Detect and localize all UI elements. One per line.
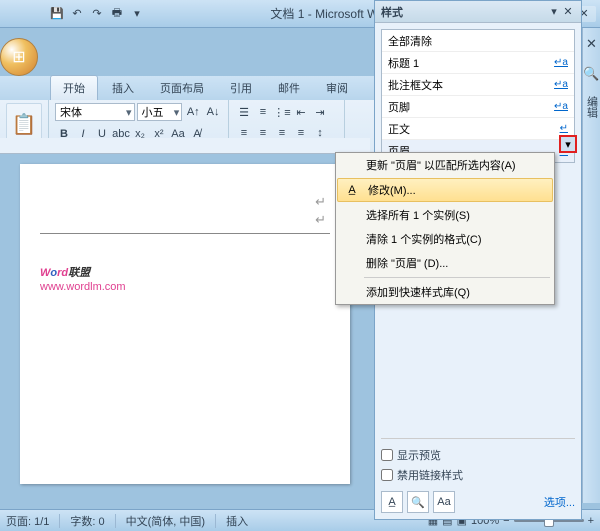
style-name: 批注框文本 (388, 77, 443, 93)
checkbox-label: 显示预览 (397, 447, 441, 463)
undo-icon[interactable]: ↶ (68, 5, 86, 23)
style-name: 页脚 (388, 99, 410, 115)
style-badge: ↵a (554, 79, 568, 90)
menu-add-quick[interactable]: 添加到快速样式库(Q) (336, 280, 554, 304)
new-style-button[interactable]: A̲ (381, 491, 403, 513)
right-rail: ✕ 🔍 编辑 (582, 28, 600, 503)
style-context-menu: 更新 "页眉" 以匹配所选内容(A) A̲ 修改(M)... 选择所有 1 个实例… (335, 152, 555, 305)
styles-pane-close-icon[interactable]: ✕ (561, 5, 575, 19)
watermark-text: W (40, 267, 50, 279)
style-name: 标题 1 (388, 55, 419, 71)
menu-select-all[interactable]: 选择所有 1 个实例(S) (336, 203, 554, 227)
styles-pane-header[interactable]: 样式 ▾ ✕ (375, 1, 581, 23)
menu-delete[interactable]: 删除 "页眉" (D)... (336, 251, 554, 275)
style-item-comment[interactable]: 批注框文本 ↵a (382, 74, 574, 96)
paragraph-mark-icon: ↵ (315, 212, 326, 228)
multilevel-button[interactable]: ⋮≡ (273, 103, 291, 121)
header-region[interactable]: ↵ ↵ (40, 194, 330, 234)
tab-references[interactable]: 引用 (218, 76, 264, 100)
menu-clear-format[interactable]: 清除 1 个实例的格式(C) (336, 227, 554, 251)
styles-pane-dropdown-icon[interactable]: ▾ (547, 5, 561, 19)
menu-label: 删除 "页眉" (D)... (366, 255, 448, 271)
grow-font-button[interactable]: A↑ (184, 103, 202, 121)
ruler[interactable] (0, 138, 370, 154)
separator (59, 514, 60, 528)
disable-linked-checkbox[interactable]: 禁用链接样式 (381, 465, 575, 485)
chevron-down-icon: ▾ (565, 138, 571, 151)
separator (115, 514, 116, 528)
style-badge: ↵a (554, 101, 568, 112)
show-preview-checkbox[interactable]: 显示预览 (381, 445, 575, 465)
separator (215, 514, 216, 528)
style-badge: ↵a (554, 57, 568, 68)
style-item-heading1[interactable]: 标题 1 ↵a (382, 52, 574, 74)
watermark-text: 联盟 (68, 267, 90, 279)
tab-review[interactable]: 审阅 (314, 76, 360, 100)
office-button[interactable]: ⊞ (0, 38, 38, 76)
style-dropdown-button[interactable]: ▾ (559, 135, 577, 153)
modify-icon: A̲ (344, 184, 360, 196)
watermark: Word联盟 www.wordlm.com (40, 260, 330, 293)
checkbox-input[interactable] (381, 469, 393, 481)
shrink-font-button[interactable]: A↓ (204, 103, 222, 121)
menu-label: 添加到快速样式库(Q) (366, 284, 470, 300)
qat-more-icon[interactable]: ▾ (128, 5, 146, 23)
style-item-clear[interactable]: 全部清除 (382, 30, 574, 52)
status-mode[interactable]: 插入 (226, 513, 248, 529)
rail-close-icon[interactable]: ✕ (586, 36, 597, 52)
styles-pane-footer: 显示预览 禁用链接样式 A̲ 🔍 Aa 选项... (381, 438, 575, 513)
status-lang[interactable]: 中文(简体, 中国) (126, 513, 205, 529)
menu-label: 选择所有 1 个实例(S) (366, 207, 470, 223)
watermark-url: www.wordlm.com (40, 281, 126, 293)
save-icon[interactable]: 💾 (48, 5, 66, 23)
document-page[interactable]: ↵ ↵ ↵ Word联盟 www.wordlm.com (20, 164, 350, 484)
tab-mailings[interactable]: 邮件 (266, 76, 312, 100)
tab-home[interactable]: 开始 (50, 75, 98, 100)
document-area: ↵ ↵ ↵ Word联盟 www.wordlm.com (0, 138, 370, 493)
menu-label: 修改(M)... (368, 182, 416, 198)
increase-indent-button[interactable]: ⇥ (311, 103, 329, 121)
style-badge: ↵ (560, 123, 568, 134)
style-inspector-button[interactable]: 🔍 (407, 491, 429, 513)
decrease-indent-button[interactable]: ⇤ (292, 103, 310, 121)
paragraph-mark-icon: ↵ (315, 194, 326, 210)
menu-label: 更新 "页眉" 以匹配所选内容(A) (366, 157, 516, 173)
menu-label: 清除 1 个实例的格式(C) (366, 231, 482, 247)
font-name-select[interactable]: 宋体 (55, 103, 135, 121)
styles-list: 全部清除 标题 1↵a 批注框文本↵a 页脚↵a 正文↵ 页眉↵ (381, 29, 575, 163)
rail-find-icon[interactable]: 🔍 (583, 66, 599, 82)
numbering-button[interactable]: ≡ (254, 103, 272, 121)
bullets-button[interactable]: ☰ (235, 103, 253, 121)
checkbox-label: 禁用链接样式 (397, 467, 463, 483)
font-size-select[interactable]: 小五 (137, 103, 183, 121)
tab-insert[interactable]: 插入 (100, 76, 146, 100)
style-name: 正文 (388, 121, 410, 137)
style-name: 全部清除 (388, 33, 432, 49)
quick-access-toolbar: 💾 ↶ ↷ 🖶 ▾ (48, 5, 146, 23)
manage-styles-button[interactable]: Aa (433, 491, 455, 513)
rail-edit-label[interactable]: 编辑 (584, 96, 600, 118)
style-item-normal[interactable]: 正文 ↵ (382, 118, 574, 140)
status-words[interactable]: 字数: 0 (70, 513, 104, 529)
checkbox-input[interactable] (381, 449, 393, 461)
menu-separator (364, 277, 550, 278)
zoom-in-button[interactable]: + (588, 515, 594, 527)
tab-layout[interactable]: 页面布局 (148, 76, 216, 100)
styles-pane-title: 样式 (381, 4, 547, 20)
style-item-footer[interactable]: 页脚 ↵a (382, 96, 574, 118)
status-page[interactable]: 页面: 1/1 (6, 513, 49, 529)
clipboard-icon: 📋 (12, 112, 37, 137)
redo-icon[interactable]: ↷ (88, 5, 106, 23)
styles-options-link[interactable]: 选项... (544, 494, 575, 510)
menu-modify[interactable]: A̲ 修改(M)... (337, 178, 553, 202)
menu-update-match[interactable]: 更新 "页眉" 以匹配所选内容(A) (336, 153, 554, 177)
watermark-text: rd (57, 267, 68, 279)
print-icon[interactable]: 🖶 (108, 5, 126, 23)
